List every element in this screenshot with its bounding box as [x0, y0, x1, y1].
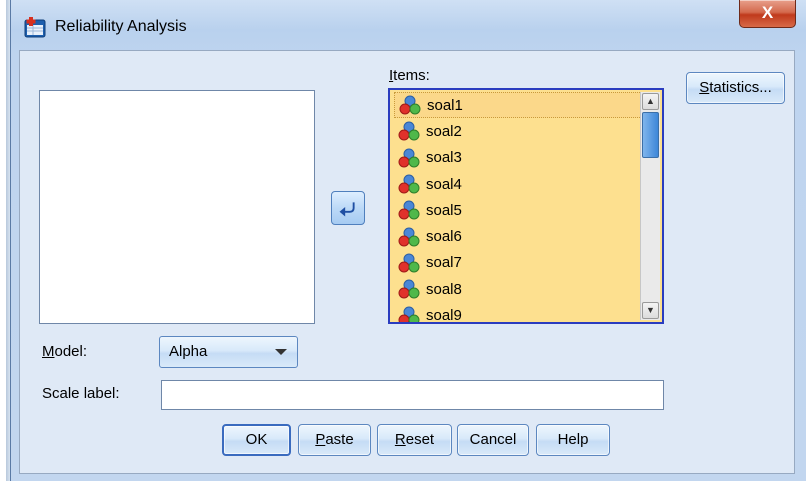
- close-button[interactable]: X: [739, 0, 796, 28]
- scale-label-label: Scale label:: [42, 385, 120, 402]
- paste-button[interactable]: Paste: [298, 424, 371, 456]
- list-item[interactable]: soal8: [394, 276, 642, 302]
- window-title: Reliability Analysis: [55, 18, 187, 35]
- list-item-label: soal5: [426, 201, 462, 219]
- scale-label-input[interactable]: [161, 380, 664, 410]
- scroll-thumb[interactable]: [642, 112, 659, 158]
- list-item[interactable]: soal4: [394, 171, 642, 197]
- list-item[interactable]: soal5: [394, 197, 642, 223]
- list-item-label: soal4: [426, 175, 462, 193]
- list-item[interactable]: soal1: [394, 92, 642, 119]
- move-variable-button[interactable]: [331, 191, 365, 225]
- chevron-down-icon: [275, 349, 287, 355]
- list-item-label: soal6: [426, 228, 462, 246]
- items-label: Items:: [389, 67, 430, 84]
- close-icon: X: [761, 3, 774, 22]
- scale-variable-icon: [398, 253, 420, 273]
- left-arrow-icon: [339, 202, 355, 217]
- list-item-label: soal7: [426, 254, 462, 272]
- list-item[interactable]: soal9: [394, 302, 642, 324]
- scale-variable-icon: [398, 200, 420, 220]
- title-bar[interactable]: Reliability Analysis: [10, 0, 806, 50]
- reset-button[interactable]: Reset: [377, 424, 452, 456]
- list-item-label: soal2: [426, 122, 462, 140]
- desktop-left-edge: [0, 0, 10, 481]
- scale-variable-icon: [399, 95, 421, 115]
- statistics-button[interactable]: Statistics...: [686, 72, 785, 104]
- list-item[interactable]: soal2: [394, 118, 642, 144]
- spss-dialog-icon: [24, 17, 46, 38]
- scale-variable-icon: [398, 306, 420, 322]
- list-item-label: soal3: [426, 149, 462, 167]
- items-list[interactable]: soal1 soal2 soal3 soal4 soal5 soal6 soal7 soal8…: [388, 88, 664, 324]
- scroll-down-icon[interactable]: ▼: [642, 302, 659, 319]
- scale-variable-icon: [398, 121, 420, 141]
- model-dropdown[interactable]: Alpha: [159, 336, 298, 368]
- scale-variable-icon: [398, 148, 420, 168]
- list-item[interactable]: soal6: [394, 223, 642, 249]
- items-vertical-scrollbar[interactable]: ▲ ▼: [640, 92, 660, 320]
- list-item[interactable]: soal3: [394, 145, 642, 171]
- cancel-button[interactable]: Cancel: [457, 424, 529, 456]
- scale-variable-icon: [398, 174, 420, 194]
- list-item-label: soal1: [427, 96, 463, 114]
- ok-button[interactable]: OK: [222, 424, 291, 456]
- model-label: Model:: [42, 343, 88, 360]
- model-value: Alpha: [169, 343, 208, 360]
- source-variable-list[interactable]: [39, 90, 315, 324]
- list-item[interactable]: soal7: [394, 250, 642, 276]
- scroll-up-icon[interactable]: ▲: [642, 93, 659, 110]
- scale-variable-icon: [398, 279, 420, 299]
- scale-variable-icon: [398, 227, 420, 247]
- list-item-label: soal8: [426, 280, 462, 298]
- help-button[interactable]: Help: [536, 424, 610, 456]
- list-item-label: soal9: [426, 307, 462, 324]
